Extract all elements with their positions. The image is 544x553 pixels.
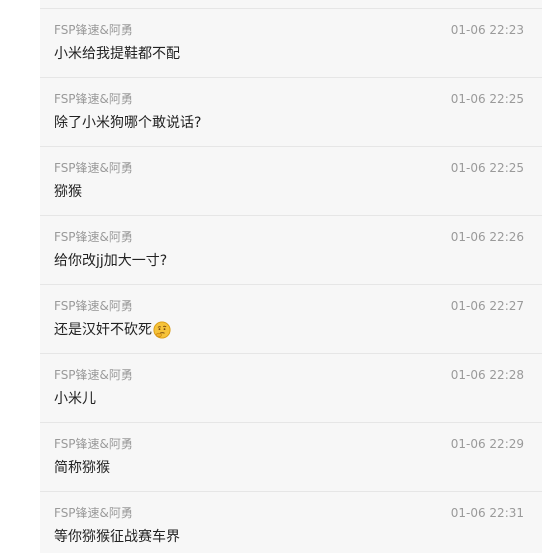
comment-username[interactable]: FSP锋速&阿勇 [54,298,133,314]
comment-content: 除了小米狗哪个敢说话? [54,113,201,133]
comment-text: 还是汉奸不砍死 [54,322,152,338]
comment-text: 简称猕猴 [54,460,110,476]
comment-text: 小米给我提鞋都不配 [54,46,180,62]
comment-item: FSP锋速&阿勇 01-06 22:28 小米儿 [40,354,542,423]
comment-username[interactable]: FSP锋速&阿勇 [54,367,133,383]
comment-item: FSP锋速&阿勇 01-06 22:29 简称猕猴 [40,423,542,492]
comment-time: 01-06 22:25 [450,92,524,106]
comment-text: 猕猴 [54,184,82,200]
comment-username[interactable]: FSP锋速&阿勇 [54,229,133,245]
comment-time: 01-06 22:26 [450,230,524,244]
comment-item: FSP锋速&阿勇 01-06 22:27 还是汉奸不砍死 [40,285,542,354]
comment-page: FSP锋速&阿勇 01-06 22:23 小米给我提鞋都不配 FSP锋速&阿勇 … [0,0,544,553]
comment-item: FSP锋速&阿勇 01-06 22:25 猕猴 [40,147,542,216]
comment-username[interactable]: FSP锋速&阿勇 [54,505,133,521]
comment-item: FSP锋速&阿勇 01-06 22:26 给你改jj加大一寸? [40,216,542,285]
comment-item: FSP锋速&阿勇 01-06 22:23 小米给我提鞋都不配 [40,9,542,78]
comment-item: FSP锋速&阿勇 01-06 22:31 等你猕猴征战赛车界 [40,492,542,553]
comment-content: 简称猕猴 [54,458,110,478]
comment-username[interactable]: FSP锋速&阿勇 [54,160,133,176]
comment-content: 小米给我提鞋都不配 [54,44,180,64]
comment-time: 01-06 22:29 [450,437,524,451]
comment-username[interactable]: FSP锋速&阿勇 [54,22,133,38]
comment-content: 还是汉奸不砍死 [54,320,171,340]
comment-time: 01-06 22:31 [450,506,524,520]
comment-item: FSP锋速&阿勇 01-06 22:25 除了小米狗哪个敢说话? [40,78,542,147]
comment-content: 等你猕猴征战赛车界 [54,527,180,547]
comment-time: 01-06 22:25 [450,161,524,175]
comment-text: 小米儿 [54,391,96,407]
comment-content: 猕猴 [54,182,82,202]
comment-username[interactable]: FSP锋速&阿勇 [54,91,133,107]
comment-text: 等你猕猴征战赛车界 [54,529,180,545]
comment-time: 01-06 22:28 [450,368,524,382]
comment-time: 01-06 22:27 [450,299,524,313]
comment-text: 除了小米狗哪个敢说话? [54,115,202,131]
comment-text: 给你改jj加大一寸? [54,253,168,269]
comment-username[interactable]: FSP锋速&阿勇 [54,436,133,452]
thinking-face-icon [153,321,171,339]
comment-time: 01-06 22:23 [450,23,524,37]
comment-content: 小米儿 [54,389,96,409]
comment-content: 给你改jj加大一寸? [54,251,167,271]
